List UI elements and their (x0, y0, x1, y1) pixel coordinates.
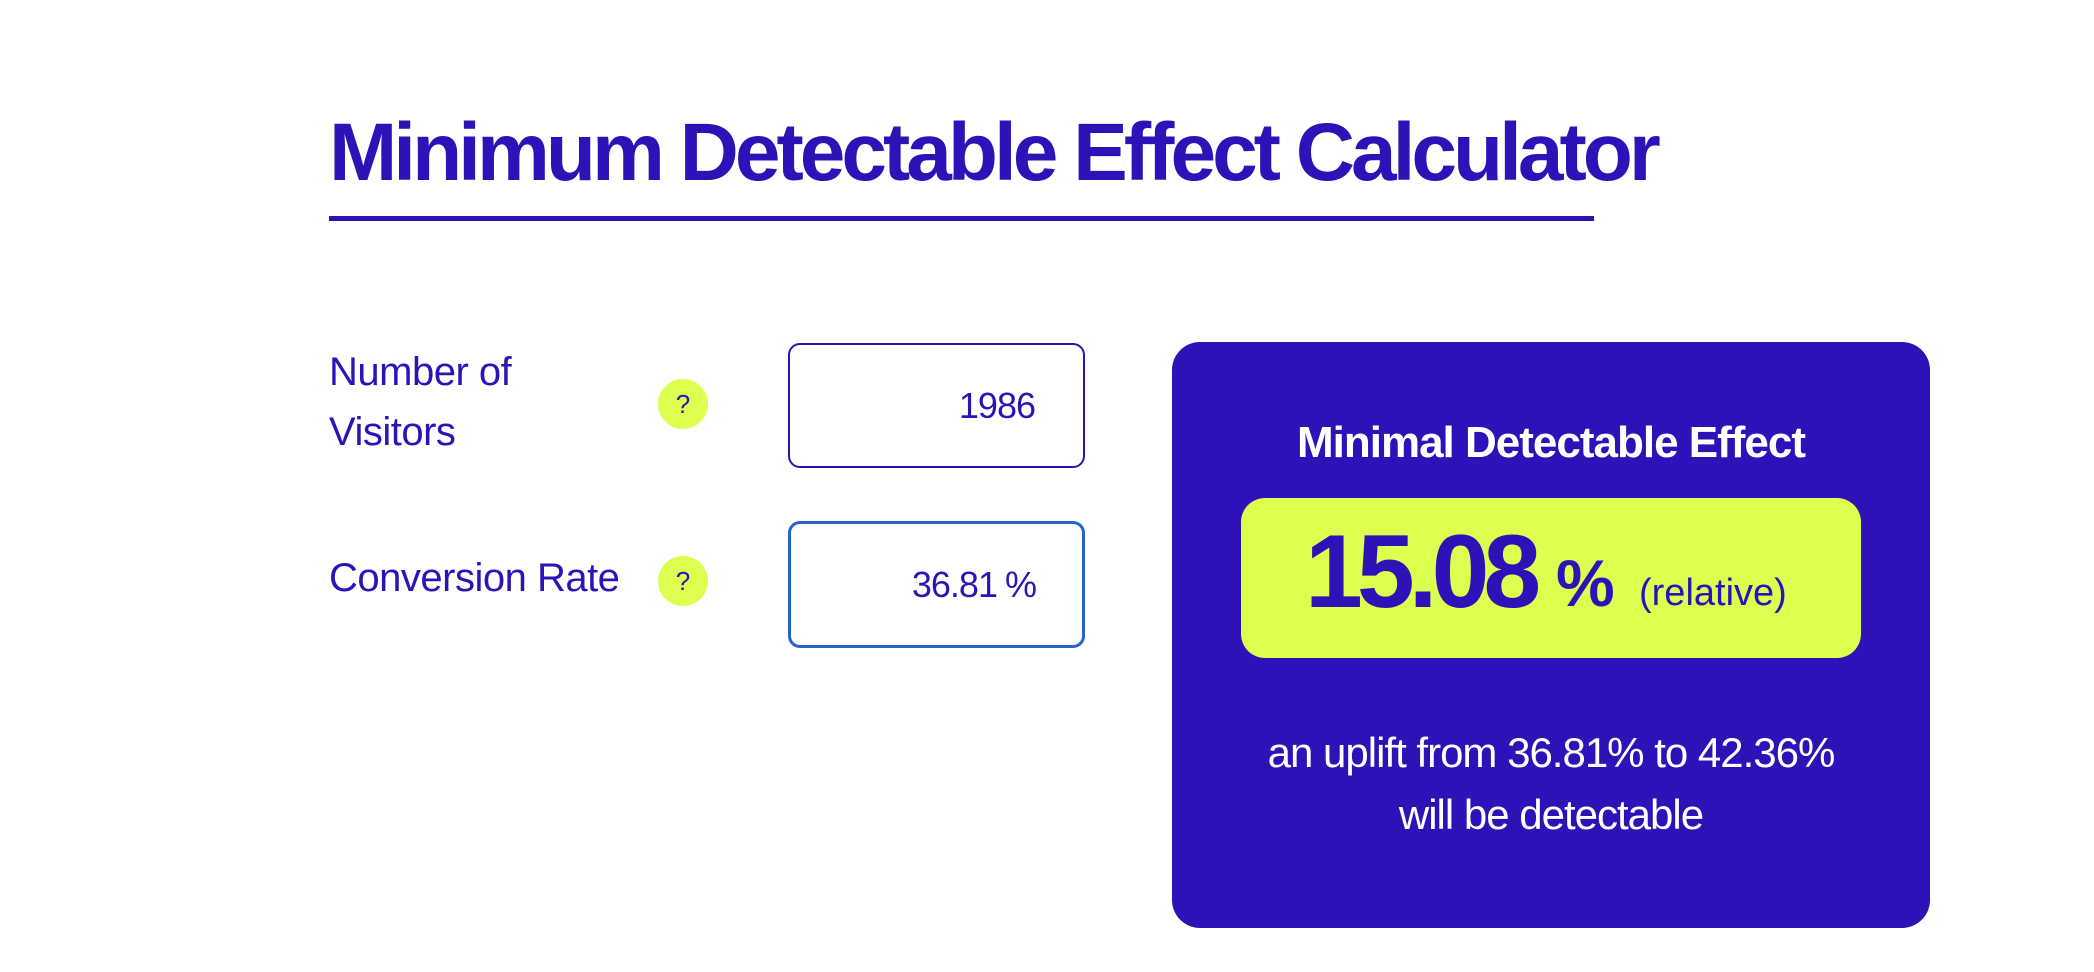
title-underline (329, 216, 1594, 221)
result-qualifier: (relative) (1639, 572, 1787, 614)
mde-calculator-page: Minimum Detectable Effect Calculator Num… (0, 0, 2094, 972)
conversion-rate-label: Conversion Rate (329, 556, 620, 600)
page-title: Minimum Detectable Effect Calculator (329, 107, 1661, 198)
result-heading: Minimal Detectable Effect (1296, 418, 1806, 467)
conversion-rate-help-icon[interactable]: ? (658, 556, 708, 606)
conversion-rate-input[interactable]: 36.81 % (788, 521, 1085, 648)
result-description-line1: an uplift from 36.81% to 42.36% (1267, 729, 1836, 776)
visitors-label: Number of Visitors (329, 342, 569, 462)
visitors-input-value: 1986 (958, 384, 1036, 426)
conversion-rate-input-value: 36.81 (911, 563, 998, 605)
result-card: Minimal Detectable Effect 15.08 % (relat… (1172, 342, 1930, 928)
result-value: 15.08 (1305, 514, 1541, 630)
result-highlight-box: 15.08 % (relative) (1241, 498, 1861, 658)
result-description: an uplift from 36.81% to 42.36% will be … (1172, 722, 1930, 846)
visitors-label-line1: Number of (329, 350, 512, 394)
visitors-input[interactable]: 1986 (788, 343, 1085, 468)
result-description-line2: will be detectable (1398, 791, 1704, 838)
visitors-label-line2: Visitors (329, 410, 456, 454)
result-percent-sign: % (1556, 546, 1615, 620)
conversion-rate-unit: % (1004, 563, 1037, 605)
visitors-help-icon[interactable]: ? (658, 379, 708, 429)
